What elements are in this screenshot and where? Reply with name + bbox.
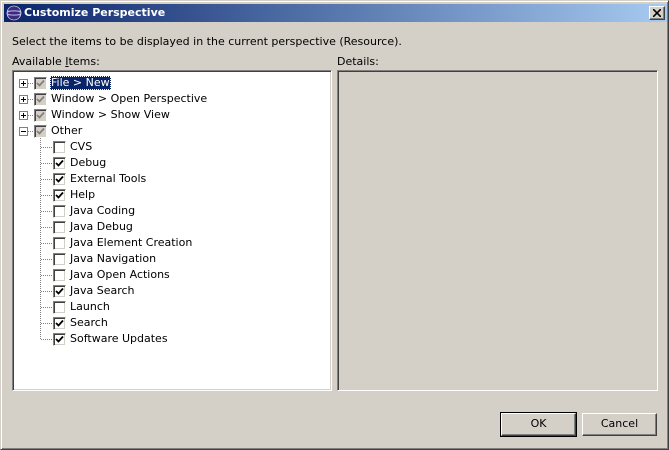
tree-connector	[41, 307, 52, 308]
tree-child-item[interactable]: Search	[13, 315, 331, 331]
tree-item-label: CVS	[70, 140, 93, 153]
item-checkbox[interactable]	[53, 333, 66, 346]
item-checkbox[interactable]	[53, 205, 66, 218]
tree-item-label: Other	[51, 124, 83, 137]
tree-child-item[interactable]: Debug	[13, 155, 331, 171]
tree-connector	[41, 179, 52, 180]
details-label: Details:	[337, 55, 379, 68]
item-checkbox[interactable]	[34, 77, 47, 90]
item-checkbox[interactable]	[53, 285, 66, 298]
item-checkbox[interactable]	[53, 269, 66, 282]
tree-item-label: External Tools	[70, 172, 147, 185]
tree-connector	[41, 163, 52, 164]
tree-connector	[41, 275, 52, 276]
tree-connector	[41, 323, 52, 324]
tree-item-label: Java Open Actions	[70, 268, 170, 281]
tree-item[interactable]: File > New	[13, 75, 331, 91]
item-checkbox[interactable]	[34, 93, 47, 106]
expand-icon[interactable]	[19, 111, 28, 120]
tree-connector	[41, 211, 52, 212]
item-checkbox[interactable]	[53, 141, 66, 154]
tree-item-label: Java Coding	[70, 204, 136, 217]
item-checkbox[interactable]	[53, 253, 66, 266]
expand-icon[interactable]	[19, 79, 28, 88]
tree-child-item[interactable]: Java Element Creation	[13, 235, 331, 251]
tree-connector	[28, 115, 33, 116]
item-checkbox[interactable]	[53, 189, 66, 202]
tree-item-label: Software Updates	[70, 332, 168, 345]
tree-child-item[interactable]: CVS	[13, 139, 331, 155]
tree-item-label: Launch	[70, 300, 110, 313]
tree-connector	[41, 291, 52, 292]
tree-connector	[41, 339, 52, 340]
cancel-button[interactable]: Cancel	[582, 413, 657, 436]
tree-child-item[interactable]: Java Open Actions	[13, 267, 331, 283]
tree-item-label: Window > Show View	[51, 108, 170, 121]
tree-item-label: Java Navigation	[70, 252, 157, 265]
tree-child-item[interactable]: External Tools	[13, 171, 331, 187]
tree-child-item[interactable]: Java Search	[13, 283, 331, 299]
tree-connector	[41, 259, 52, 260]
tree-item-label: Java Search	[70, 284, 135, 297]
tree-child-item[interactable]: Java Debug	[13, 219, 331, 235]
tree-item[interactable]: Window > Open Perspective	[13, 91, 331, 107]
available-items-label: Available Items:	[12, 55, 100, 68]
tree-connector	[28, 99, 33, 100]
collapse-icon[interactable]	[19, 127, 28, 136]
item-checkbox[interactable]	[53, 173, 66, 186]
item-checkbox[interactable]	[34, 125, 47, 138]
tree-item[interactable]: Other	[13, 123, 331, 139]
item-checkbox[interactable]	[34, 109, 47, 122]
item-checkbox[interactable]	[53, 237, 66, 250]
instructions-text: Select the items to be displayed in the …	[12, 35, 402, 48]
tree-item-label: Java Element Creation	[70, 236, 193, 249]
tree-item-label: Search	[70, 316, 108, 329]
details-panel	[337, 70, 658, 391]
tree-connector	[41, 195, 52, 196]
tree-child-item[interactable]: Software Updates	[13, 331, 331, 347]
tree-connector	[28, 131, 33, 132]
tree-connector	[41, 227, 52, 228]
title-bar[interactable]: Customize Perspective	[4, 4, 667, 22]
ok-button[interactable]: OK	[500, 412, 577, 437]
tree-item-label: Java Debug	[70, 220, 133, 233]
tree-child-item[interactable]: Java Coding	[13, 203, 331, 219]
customize-perspective-dialog: Customize Perspective Select the items t…	[0, 0, 669, 450]
window-title: Customize Perspective	[24, 6, 166, 19]
tree-child-item[interactable]: Help	[13, 187, 331, 203]
item-checkbox[interactable]	[53, 157, 66, 170]
tree-item-label: Debug	[70, 156, 107, 169]
item-checkbox[interactable]	[53, 221, 66, 234]
available-items-tree[interactable]: File > New Window > Open Perspective Windo…	[12, 70, 332, 391]
item-checkbox[interactable]	[53, 317, 66, 330]
tree-item-label: Help	[70, 188, 96, 201]
tree-connector	[28, 83, 33, 84]
tree-connector	[41, 243, 52, 244]
tree-connector	[41, 147, 52, 148]
item-checkbox[interactable]	[53, 301, 66, 314]
expand-icon[interactable]	[19, 95, 28, 104]
close-button[interactable]	[649, 6, 665, 20]
tree-item[interactable]: Window > Show View	[13, 107, 331, 123]
tree-item-label: File > New	[50, 76, 111, 90]
tree-child-item[interactable]: Java Navigation	[13, 251, 331, 267]
eclipse-icon	[6, 5, 22, 21]
close-icon	[653, 9, 661, 17]
tree-child-item[interactable]: Launch	[13, 299, 331, 315]
tree-item-label: Window > Open Perspective	[51, 92, 208, 105]
